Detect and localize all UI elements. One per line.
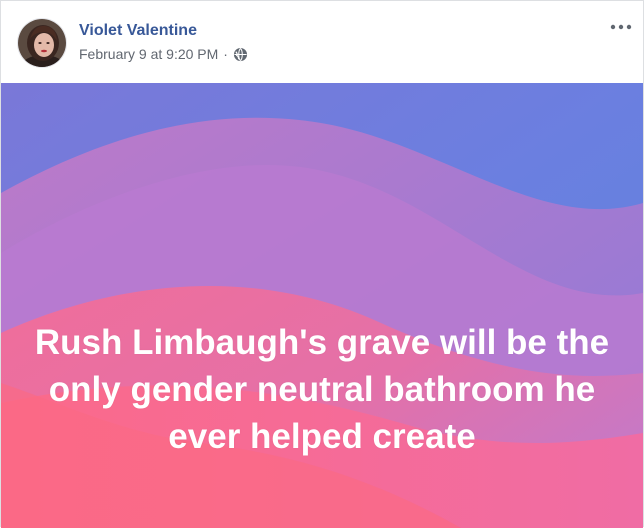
wave-background-graphic: [1, 83, 643, 528]
author-avatar[interactable]: [17, 18, 67, 68]
author-name[interactable]: Violet Valentine: [79, 22, 197, 40]
post-timestamp[interactable]: February 9 at 9:20 PM: [79, 46, 218, 62]
post-meta: February 9 at 9:20 PM ·: [79, 46, 248, 62]
meta-separator: ·: [223, 46, 228, 62]
post-header: Violet Valentine February 9 at 9:20 PM ·: [1, 1, 643, 83]
facebook-post: Violet Valentine February 9 at 9:20 PM ·: [0, 0, 644, 528]
more-options-icon[interactable]: [609, 15, 633, 39]
post-text: Rush Limbaugh's grave will be the only g…: [34, 323, 610, 456]
globe-icon[interactable]: [233, 47, 248, 62]
post-background: Rush Limbaugh's grave will be the only g…: [1, 83, 643, 528]
